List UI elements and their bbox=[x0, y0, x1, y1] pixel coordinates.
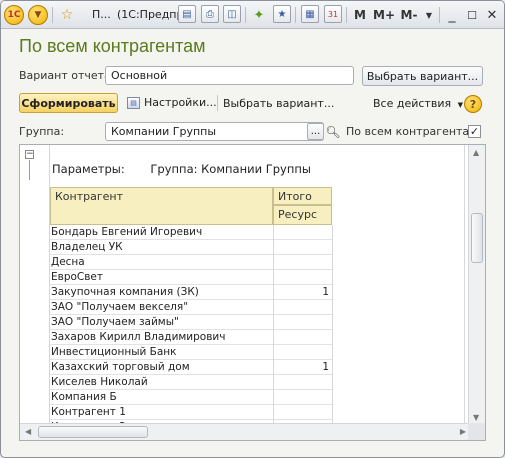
minimize-icon[interactable]: _ bbox=[445, 5, 459, 25]
group-label: Группа: bbox=[19, 125, 65, 138]
table-row[interactable]: Компания Б bbox=[50, 390, 332, 405]
toolbar-separator bbox=[439, 7, 440, 23]
window-tab-short[interactable]: П... bbox=[92, 8, 111, 21]
resource-cell: 1 bbox=[322, 286, 329, 298]
counterparty-cell: Владелец УК bbox=[51, 241, 123, 253]
settings-button[interactable]: ▤ Настройки... bbox=[127, 96, 217, 109]
vertical-scroll-thumb[interactable] bbox=[471, 213, 483, 263]
table-row[interactable]: ЕвроСвет bbox=[50, 270, 332, 285]
favorites-star-icon[interactable]: ☆ bbox=[57, 5, 77, 25]
column-header-total: Итого bbox=[273, 187, 332, 205]
counterparty-cell: ЗАО "Получаем векселя" bbox=[51, 301, 189, 313]
counterparty-cell: Контрагент 1 bbox=[51, 406, 126, 418]
main-menu-button[interactable]: ▼ bbox=[28, 5, 48, 25]
memory-minus-button[interactable]: M- bbox=[398, 5, 420, 25]
scroll-up-icon[interactable]: ▲ bbox=[473, 148, 479, 157]
counterparty-cell: Бондарь Евгений Игоревич bbox=[51, 226, 203, 238]
calendar-icon[interactable]: 31 bbox=[324, 5, 342, 23]
title-bar: 1С ▼ ☆ П... (1С:Предпр... ▤ ⎙ ◫ ✦ ★ ▦ 31… bbox=[1, 1, 504, 29]
more-dropdown-icon[interactable]: ▼ bbox=[424, 5, 434, 25]
counterparty-cell: Захаров Кирилл Владимирович bbox=[51, 331, 226, 343]
add-favorite-icon[interactable]: ✦ bbox=[250, 5, 268, 25]
column-divider bbox=[332, 225, 333, 425]
variant-field[interactable]: Основной bbox=[105, 66, 354, 85]
page-title: По всем контрагентам bbox=[19, 36, 206, 56]
group-lookup-button[interactable]: ... bbox=[307, 123, 324, 140]
counterparty-cell: Десна bbox=[51, 256, 85, 268]
counterparty-cell: Казахский торговый дом bbox=[51, 361, 190, 373]
counterparty-cell: ЕвроСвет bbox=[51, 271, 104, 283]
table-row[interactable]: Захаров Кирилл Владимирович bbox=[50, 330, 332, 345]
settings-icon: ▤ bbox=[127, 96, 140, 109]
report-window: 1С ▼ ☆ П... (1С:Предпр... ▤ ⎙ ◫ ✦ ★ ▦ 31… bbox=[0, 0, 505, 458]
select-variant-toolbar-button[interactable]: Выбрать вариант... bbox=[223, 97, 334, 110]
report-parameters: Параметры: Группа: Компании Группы bbox=[52, 162, 311, 176]
scroll-left-icon[interactable]: ◀ bbox=[25, 427, 31, 436]
column-header-resource: Ресурс bbox=[273, 205, 332, 225]
all-counterparties-checkbox[interactable]: ✓ bbox=[468, 125, 481, 138]
toolbar-separator bbox=[52, 7, 53, 23]
help-icon[interactable]: ? bbox=[464, 95, 482, 113]
scroll-down-icon[interactable]: ▼ bbox=[473, 413, 479, 422]
counterparty-cell: Компания Б bbox=[51, 391, 117, 403]
group-bracket bbox=[29, 160, 30, 180]
column-divider bbox=[464, 145, 465, 425]
generate-button[interactable]: Сформировать bbox=[19, 93, 118, 113]
counterparty-cell: Инвестиционный Банк bbox=[51, 346, 177, 358]
table-row[interactable]: Владелец УК bbox=[50, 240, 332, 255]
group-field-value: Компании Группы bbox=[111, 125, 217, 138]
counterparty-cell: Закупочная компания (ЗК) bbox=[51, 286, 199, 298]
calculator-icon[interactable]: ▦ bbox=[301, 5, 319, 23]
params-value: Группа: Компании Группы bbox=[150, 162, 311, 176]
all-actions-label: Все действия bbox=[373, 97, 452, 110]
chevron-down-icon: ▼ bbox=[457, 101, 463, 109]
save-icon[interactable]: ▤ bbox=[178, 5, 196, 23]
counterparty-cell: Киселев Николай bbox=[51, 376, 148, 388]
row-group-gutter: − bbox=[20, 145, 50, 440]
all-counterparties-label: По всем контрагентам: bbox=[346, 125, 482, 138]
toolbar-separator bbox=[295, 7, 296, 23]
scroll-right-icon[interactable]: ▶ bbox=[460, 427, 466, 436]
resource-cell: 1 bbox=[322, 361, 329, 373]
counterparty-cell: ЗАО "Получаем займы" bbox=[51, 316, 179, 328]
collapse-toggle-icon[interactable]: − bbox=[25, 150, 34, 159]
print-preview-icon[interactable]: ◫ bbox=[223, 5, 241, 23]
column-header-counterparty: Контрагент bbox=[50, 187, 273, 225]
table-row[interactable]: Казахский торговый дом 1 bbox=[50, 360, 332, 375]
column-divider bbox=[273, 225, 274, 425]
all-actions-menu[interactable]: Все действия ▼ bbox=[373, 97, 463, 110]
memory-m-button[interactable]: M bbox=[352, 5, 368, 25]
table-row[interactable]: Десна bbox=[50, 255, 332, 270]
table-row[interactable]: ЗАО "Получаем займы" bbox=[50, 315, 332, 330]
close-icon[interactable]: ✕ bbox=[485, 5, 499, 25]
toolbar-separator bbox=[346, 7, 347, 23]
search-icon[interactable]: 🔍︎ bbox=[325, 122, 341, 142]
table-row[interactable]: ЗАО "Получаем векселя" bbox=[50, 300, 332, 315]
report-spreadsheet[interactable]: − Параметры: Группа: Компании Группы Кон… bbox=[19, 144, 486, 441]
table-row[interactable]: Бондарь Евгений Игоревич bbox=[50, 225, 332, 240]
group-field[interactable]: Компании Группы bbox=[105, 122, 324, 141]
table-row[interactable]: Инвестиционный Банк bbox=[50, 345, 332, 360]
vertical-scrollbar[interactable]: ▲ ▼ bbox=[468, 145, 485, 425]
horizontal-scrollbar[interactable]: ◀ ▶ bbox=[20, 423, 470, 440]
scrollbar-corner bbox=[468, 423, 485, 440]
table-row[interactable]: Киселев Николай bbox=[50, 375, 332, 390]
bookmark-icon[interactable]: ★ bbox=[273, 5, 291, 23]
table-row[interactable]: Закупочная компания (ЗК) 1 bbox=[50, 285, 332, 300]
select-variant-button[interactable]: Выбрать вариант... bbox=[362, 66, 483, 86]
memory-plus-button[interactable]: M+ bbox=[373, 5, 395, 25]
toolbar-separator bbox=[245, 7, 246, 23]
horizontal-scroll-thumb[interactable] bbox=[38, 426, 148, 438]
table-row[interactable]: Контрагент 1 bbox=[50, 405, 332, 420]
toolbar-separator bbox=[217, 95, 218, 111]
1c-logo-icon[interactable]: 1С bbox=[4, 5, 24, 25]
print-icon[interactable]: ⎙ bbox=[201, 5, 219, 23]
params-label: Параметры: bbox=[52, 162, 125, 176]
settings-label: Настройки... bbox=[144, 96, 217, 109]
maximize-icon[interactable]: ☐ bbox=[465, 5, 479, 25]
variant-label: Вариант отчета: bbox=[19, 69, 115, 82]
